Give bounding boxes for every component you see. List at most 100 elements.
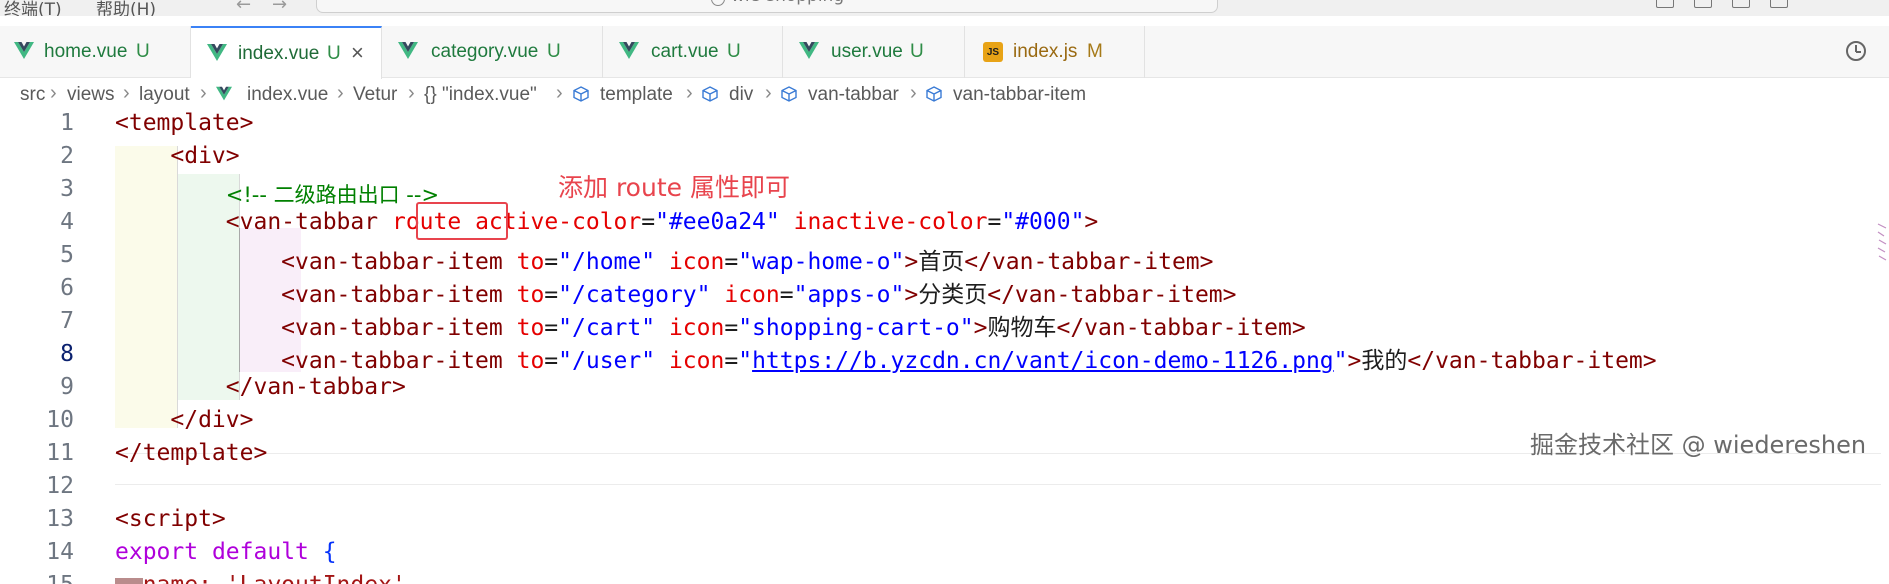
- code-comment: <!-- 二级路由出口 -->: [225, 183, 440, 207]
- code-text: 首页: [918, 249, 965, 275]
- toggle-secondary-sidebar-icon[interactable]: [1732, 0, 1750, 8]
- tab-home-vue[interactable]: home.vue U: [0, 26, 191, 78]
- back-arrow-icon[interactable]: ←: [236, 0, 251, 15]
- customize-layout-icon[interactable]: [1770, 0, 1788, 8]
- route-highlight-box: [416, 202, 508, 240]
- cube-icon: [926, 86, 942, 102]
- breadcrumb-item[interactable]: van-tabbar: [808, 84, 899, 106]
- code-token: "/user": [558, 348, 656, 374]
- tab-category-vue[interactable]: category.vue U: [382, 26, 603, 78]
- breadcrumb: src › views › layout › index.vue › Vetur…: [0, 79, 1889, 111]
- vue-icon: [216, 86, 232, 101]
- breadcrumb-item[interactable]: layout: [139, 84, 190, 106]
- code-token: </template>: [115, 440, 268, 466]
- command-center-text: wle-shopping: [731, 0, 844, 6]
- tab-status: M: [1087, 41, 1103, 62]
- line-number: 10: [46, 407, 74, 433]
- menu-terminal[interactable]: 终端(T): [4, 0, 62, 16]
- line-number: 3: [60, 176, 74, 202]
- code-token: export: [115, 539, 199, 565]
- line-number-current: 8: [60, 341, 74, 367]
- code-line: <van-tabbar-item to="/category" icon="ap…: [281, 282, 1237, 308]
- tab-status: U: [327, 43, 341, 64]
- tab-label: category.vue: [431, 41, 539, 62]
- line-number: 7: [60, 308, 74, 334]
- watermark: 掘金技术社区 @ wiedereshen: [1530, 431, 1867, 459]
- code-link[interactable]: https://b.yzcdn.cn/vant/icon-demo-1126.p…: [752, 348, 1334, 374]
- line-number: 5: [60, 242, 74, 268]
- close-icon[interactable]: ×: [351, 40, 364, 66]
- tab-index-vue[interactable]: index.vue U ×: [191, 26, 382, 79]
- cube-icon: [573, 86, 589, 102]
- line-number: 14: [46, 539, 74, 565]
- breadcrumb-item[interactable]: {} "index.vue": [424, 84, 537, 106]
- code-text: 我的: [1361, 348, 1408, 374]
- menu-help[interactable]: 帮助(H): [96, 0, 156, 16]
- tab-cart-vue[interactable]: cart.vue U: [603, 26, 783, 78]
- code-token: </div>: [170, 407, 254, 433]
- code-token: "/home": [558, 249, 656, 275]
- tab-label: home.vue: [44, 41, 128, 62]
- code-token: "#ee0a24": [655, 209, 780, 235]
- tab-user-vue[interactable]: user.vue U: [783, 26, 965, 78]
- code-token: "shopping-cart-o": [738, 315, 974, 341]
- timeline-history-icon[interactable]: [1846, 41, 1866, 61]
- forward-arrow-icon[interactable]: →: [272, 0, 287, 15]
- line-number: 13: [46, 506, 74, 532]
- code-token: <div>: [170, 143, 240, 169]
- breadcrumb-item[interactable]: div: [729, 84, 753, 106]
- code-token: <script>: [115, 506, 226, 532]
- code-token: to: [516, 282, 545, 308]
- chevron-right-icon: ›: [200, 82, 207, 104]
- code-line: export default {: [115, 539, 337, 565]
- code-line: <template>: [115, 110, 253, 136]
- chevron-right-icon: ›: [910, 82, 917, 104]
- vue-icon: [14, 42, 34, 59]
- breadcrumb-item[interactable]: src: [20, 84, 45, 106]
- line-number: 9: [60, 374, 74, 400]
- breadcrumb-item[interactable]: views: [67, 84, 115, 106]
- chevron-right-icon: ›: [408, 82, 415, 104]
- tab-status: U: [910, 41, 924, 62]
- code-token: "wap-home-o": [738, 249, 905, 275]
- breadcrumb-item[interactable]: Vetur: [353, 84, 397, 106]
- breadcrumb-item[interactable]: van-tabbar-item: [953, 84, 1086, 106]
- toggle-panel-icon[interactable]: [1694, 0, 1712, 8]
- breadcrumb-item[interactable]: template: [600, 84, 673, 106]
- code-token: <van-tabbar-item: [281, 249, 503, 275]
- code-token: "apps-o": [793, 282, 905, 308]
- chevron-right-icon: ›: [123, 82, 130, 104]
- code-token: inactive-color: [793, 209, 988, 235]
- toggle-sidebar-icon[interactable]: [1656, 0, 1674, 8]
- code-token: <van-tabbar-item: [281, 348, 503, 374]
- code-token: </van-tabbar-item>: [1056, 315, 1306, 341]
- code-token: "/cart": [558, 315, 656, 341]
- code-line: </van-tabbar>: [115, 374, 406, 400]
- code-editor[interactable]: 1 2 3 4 5 6 7 8 9 10 11 12 13 14 15 <tem…: [0, 110, 1889, 584]
- code-token: <van-tabbar-item: [281, 315, 503, 341]
- line-number: 12: [46, 473, 74, 499]
- cube-icon: [781, 86, 797, 102]
- code-token: name: 'LayoutIndex',: [115, 572, 420, 584]
- code-token: "#000": [1001, 209, 1085, 235]
- tab-index-js[interactable]: JS index.js M: [965, 26, 1145, 78]
- code-token: default: [211, 539, 309, 565]
- code-token: icon: [668, 315, 725, 341]
- code-token: </van-tabbar-item>: [1407, 348, 1657, 374]
- code-token: >: [1084, 209, 1099, 235]
- chevron-right-icon: ›: [50, 82, 57, 104]
- annotation-text: 添加 route 属性即可: [558, 173, 790, 202]
- js-icon: JS: [983, 42, 1003, 62]
- breadcrumb-item[interactable]: index.vue: [247, 84, 328, 106]
- line-number: 6: [60, 275, 74, 301]
- code-line: </div>: [115, 407, 253, 433]
- command-center-search[interactable]: wle-shopping: [316, 0, 1218, 13]
- minimap-icon: [1877, 223, 1887, 261]
- tab-status: U: [727, 41, 741, 62]
- editor-tab-bar: home.vue U index.vue U × category.vue U …: [0, 26, 1889, 79]
- vue-icon: [799, 42, 819, 59]
- code-line: <van-tabbar-item to="/cart" icon="shoppi…: [281, 315, 1306, 341]
- code-token: </van-tabbar>: [225, 374, 406, 400]
- code-text: 分类页: [918, 282, 988, 308]
- code-token: <van-tabbar: [225, 209, 379, 235]
